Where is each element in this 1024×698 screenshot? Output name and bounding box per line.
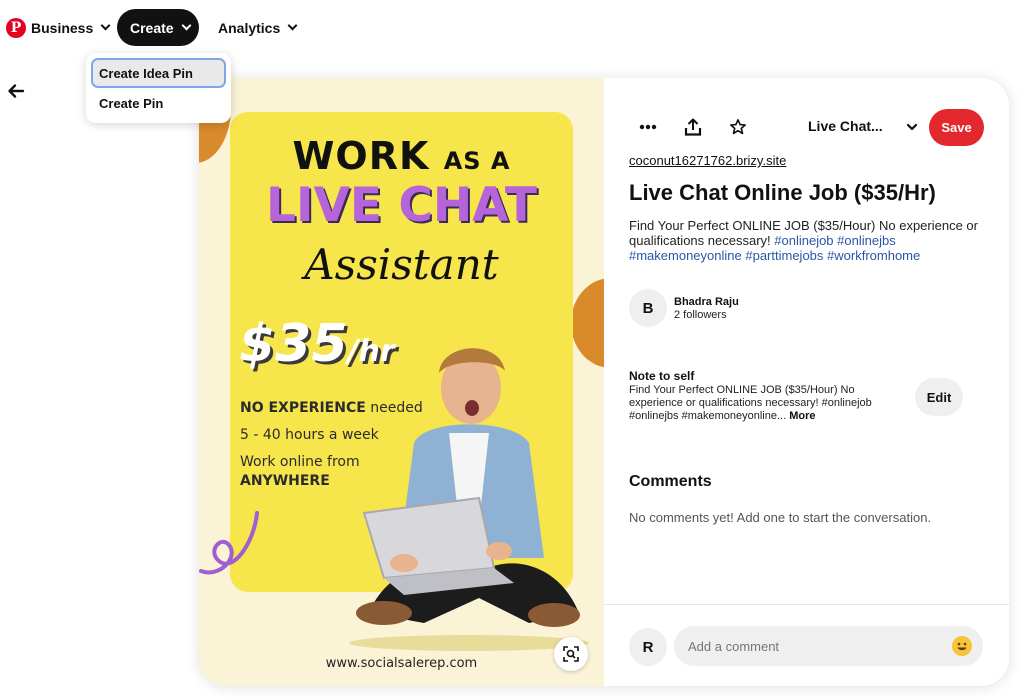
menu-item-create-idea-pin[interactable]: Create Idea Pin [91,58,226,88]
edit-note-button[interactable]: Edit [915,378,963,416]
share-button[interactable] [676,110,710,144]
poster-as-a: AS A [443,147,511,175]
save-button[interactable]: Save [929,109,984,146]
poster-live-chat: LIVE CHAT [266,178,537,233]
pin-image[interactable]: WORK AS A LIVE CHAT Assistant $35/hr NO … [199,78,604,686]
nav-business[interactable]: Business [31,9,111,46]
nav-analytics[interactable]: Analytics [218,9,298,46]
hashtag-link[interactable]: #workfromhome [827,248,920,263]
menu-item-create-pin[interactable]: Create Pin [91,88,226,118]
hashtag-link[interactable]: #onlinejbs [837,233,896,248]
pin-details-panel: Live Chat... Save coconut16271762.brizy.… [604,78,1009,686]
hashtag-link[interactable]: #parttimejobs [745,248,823,263]
note-text: Find Your Perfect ONLINE JOB ($35/Hour) … [629,384,904,423]
back-arrow-icon[interactable] [7,82,25,100]
chevron-down-icon [100,20,111,31]
star-icon [730,119,746,135]
top-nav: P Business Create Analytics [0,0,1024,56]
chevron-down-icon [287,20,298,31]
pin-closeup-card: WORK AS A LIVE CHAT Assistant $35/hr NO … [199,78,1009,686]
nav-create-label: Create [130,19,174,36]
nav-create-button[interactable]: Create [117,9,199,46]
visual-search-icon [563,646,579,662]
pin-title: Live Chat Online Job ($35/Hr) [629,180,936,205]
note-title: Note to self [629,369,695,383]
current-user-avatar[interactable]: R [629,628,667,666]
chevron-down-icon[interactable] [903,118,921,136]
comments-empty-state: No comments yet! Add one to start the co… [629,510,932,525]
poster-assistant: Assistant [304,240,499,289]
author-avatar[interactable]: B [629,289,667,327]
nav-analytics-label: Analytics [218,19,281,36]
author-followers: 2 followers [674,309,727,321]
note-more-link[interactable]: More [789,410,815,422]
board-selector[interactable]: Live Chat... [808,118,883,134]
chevron-down-icon [181,20,192,31]
comments-heading: Comments [629,473,712,490]
note-body: Find Your Perfect ONLINE JOB ($35/Hour) … [629,384,872,422]
poster-website: www.socialsalerep.com [325,656,478,671]
hashtag-link[interactable]: #onlinejob [774,233,833,248]
emoji-icon[interactable] [952,636,972,656]
comment-input[interactable]: Add a comment [674,626,983,666]
visual-search-button[interactable] [554,637,588,671]
person-with-laptop-illustration [349,348,589,651]
share-icon [684,118,702,136]
author-name[interactable]: Bhadra Raju [674,296,739,308]
more-options-button[interactable] [631,110,665,144]
pin-description: Find Your Perfect ONLINE JOB ($35/Hour) … [629,218,984,263]
decorative-squiggle [199,511,259,575]
hashtag-link[interactable]: #makemoneyonline [629,248,742,263]
create-dropdown-menu: Create Idea Pin Create Pin [86,53,231,123]
pinterest-logo-icon[interactable]: P [6,18,26,38]
nav-business-label: Business [31,19,94,36]
poster-headline: WORK AS A [199,134,604,178]
poster-line-anywhere: ANYWHERE [240,473,330,489]
source-link[interactable]: coconut16271762.brizy.site [629,153,786,168]
poster-work: WORK [292,134,430,178]
favorite-button[interactable] [721,110,755,144]
divider [604,604,1009,605]
more-dots-icon [639,124,657,130]
